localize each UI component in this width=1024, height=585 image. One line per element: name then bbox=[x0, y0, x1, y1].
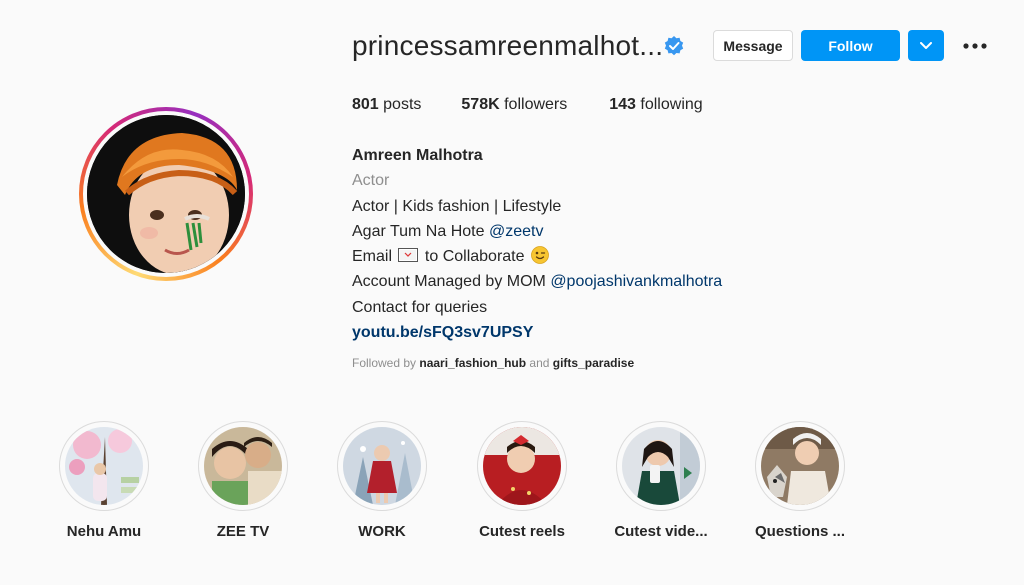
bio-line: Agar Tum Na Hote @zeetv bbox=[352, 219, 912, 244]
highlight-item[interactable]: Nehu Amu bbox=[59, 421, 149, 540]
highlight-label: Questions ... bbox=[754, 523, 845, 540]
highlight-label: Nehu Amu bbox=[66, 523, 142, 540]
bio-text: Account Managed by MOM bbox=[352, 273, 551, 291]
highlight-cover bbox=[204, 427, 282, 505]
followers-count: 578K bbox=[461, 96, 500, 113]
bio-text: to Collaborate bbox=[420, 248, 529, 266]
highlight-cover bbox=[761, 427, 839, 505]
follower-username: naari_fashion_hub bbox=[419, 356, 527, 370]
highlight-ring bbox=[616, 421, 706, 511]
mention-link[interactable]: @zeetv bbox=[489, 223, 543, 240]
highlight-ring bbox=[198, 421, 288, 511]
followed-by[interactable]: Followed by naari_fashion_hub and gifts_… bbox=[352, 356, 634, 370]
bio-line: Email to Collaborate bbox=[352, 244, 912, 269]
highlight-item[interactable]: Questions ... bbox=[755, 421, 845, 540]
followers-label: followers bbox=[504, 96, 568, 113]
highlight-cover bbox=[343, 427, 421, 505]
highlight-item[interactable]: ZEE TV bbox=[198, 421, 288, 540]
mention-link[interactable]: @poojashivankmalhotra bbox=[550, 273, 722, 290]
highlight-ring bbox=[59, 421, 149, 511]
following-count: 143 bbox=[609, 96, 636, 113]
highlight-cover bbox=[622, 427, 700, 505]
more-options-icon bbox=[963, 43, 987, 49]
highlight-item[interactable]: Cutest reels bbox=[477, 421, 567, 540]
message-button[interactable]: Message bbox=[713, 30, 793, 61]
followed-by-prefix: Followed by bbox=[352, 356, 420, 370]
category-label: Actor bbox=[352, 172, 390, 190]
highlight-label: Cutest reels bbox=[479, 523, 565, 540]
winking-face-icon bbox=[531, 246, 549, 265]
highlight-label: ZEE TV bbox=[216, 523, 270, 540]
highlight-label: Cutest vide... bbox=[614, 523, 708, 540]
more-options-button[interactable] bbox=[962, 36, 988, 56]
avatar-photo bbox=[87, 115, 245, 273]
verified-badge-icon bbox=[664, 36, 684, 56]
chevron-down-icon bbox=[920, 41, 932, 49]
profile-bio: Amreen Malhotra Actor Actor | Kids fashi… bbox=[352, 143, 912, 345]
highlight-cover bbox=[65, 427, 143, 505]
highlight-item[interactable]: WORK bbox=[337, 421, 427, 540]
bio-line: Actor | Kids fashion | Lifestyle bbox=[352, 197, 562, 215]
following-stat[interactable]: 143 following bbox=[609, 96, 702, 114]
followers-stat[interactable]: 578K followers bbox=[461, 96, 567, 114]
bio-text: Agar Tum Na Hote bbox=[352, 222, 489, 240]
posts-label: posts bbox=[383, 96, 422, 113]
follow-button[interactable]: Follow bbox=[801, 30, 900, 61]
posts-stat: 801 posts bbox=[352, 96, 421, 114]
followed-by-conj: and bbox=[526, 356, 553, 370]
profile-avatar[interactable] bbox=[87, 115, 245, 273]
highlight-label: WORK bbox=[358, 523, 406, 540]
profile-header: princessamreenmalhot... Message Follow bbox=[352, 28, 992, 64]
bio-website-link[interactable]: youtu.be/sFQ3sv7UPSY bbox=[352, 320, 912, 345]
highlight-item[interactable]: Cutest vide... bbox=[614, 421, 708, 540]
username: princessamreenmalhot... bbox=[352, 30, 664, 61]
following-label: following bbox=[640, 96, 703, 113]
bio-line: Contact for queries bbox=[352, 298, 488, 316]
profile-avatar-ring[interactable] bbox=[79, 107, 253, 281]
follower-username: gifts_paradise bbox=[552, 356, 635, 370]
profile-stats: 801 posts 578K followers 143 following bbox=[352, 96, 703, 114]
suggested-dropdown-button[interactable] bbox=[908, 30, 944, 61]
full-name: Amreen Malhotra bbox=[352, 147, 483, 164]
bio-text: Email bbox=[352, 248, 397, 266]
highlight-cover bbox=[483, 427, 561, 505]
posts-count: 801 bbox=[352, 96, 379, 113]
highlight-ring bbox=[337, 421, 427, 511]
highlight-ring bbox=[755, 421, 845, 511]
envelope-icon bbox=[398, 248, 419, 263]
highlight-ring bbox=[477, 421, 567, 511]
bio-line: Account Managed by MOM @poojashivankmalh… bbox=[352, 269, 912, 294]
